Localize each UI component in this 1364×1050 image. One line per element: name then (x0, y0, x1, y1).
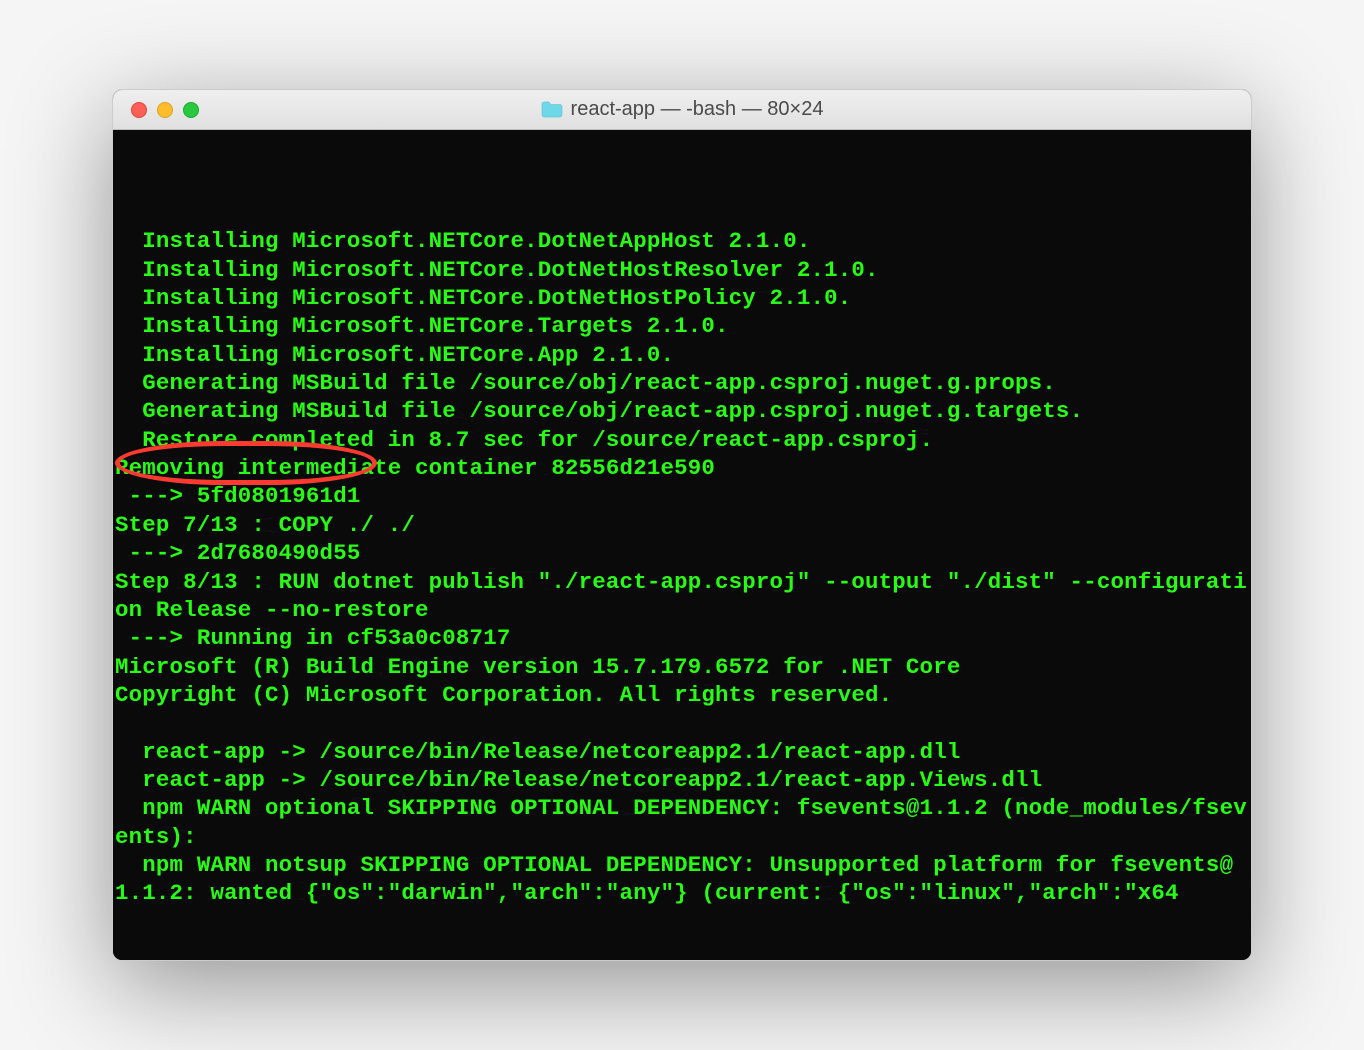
terminal-line (115, 709, 1249, 737)
terminal-line: Microsoft (R) Build Engine version 15.7.… (115, 653, 1249, 681)
window-title-text: react-app — -bash — 80×24 (571, 98, 824, 121)
terminal-window: react-app — -bash — 80×24 Installing Mic… (112, 89, 1252, 960)
terminal-line: ---> Running in cf53a0c08717 (115, 624, 1249, 652)
terminal-line: Installing Microsoft.NETCore.Targets 2.1… (115, 312, 1249, 340)
minimize-button[interactable] (157, 102, 173, 118)
terminal-output[interactable]: Installing Microsoft.NETCore.DotNetAppHo… (113, 130, 1251, 959)
terminal-line: Removing intermediate container 82556d21… (115, 454, 1249, 482)
traffic-lights (131, 102, 199, 118)
terminal-line: Step 7/13 : COPY ./ ./ (115, 511, 1249, 539)
terminal-line: Installing Microsoft.NETCore.DotNetAppHo… (115, 227, 1249, 255)
terminal-line: react-app -> /source/bin/Release/netcore… (115, 766, 1249, 794)
terminal-line: Copyright (C) Microsoft Corporation. All… (115, 681, 1249, 709)
terminal-line: ---> 5fd0801961d1 (115, 482, 1249, 510)
maximize-button[interactable] (183, 102, 199, 118)
terminal-line: Generating MSBuild file /source/obj/reac… (115, 369, 1249, 397)
folder-icon (541, 101, 563, 118)
titlebar[interactable]: react-app — -bash — 80×24 (113, 90, 1251, 130)
close-button[interactable] (131, 102, 147, 118)
terminal-line: npm WARN notsup SKIPPING OPTIONAL DEPEND… (115, 851, 1249, 908)
terminal-line: npm WARN optional SKIPPING OPTIONAL DEPE… (115, 794, 1249, 851)
terminal-line: Installing Microsoft.NETCore.DotNetHostR… (115, 256, 1249, 284)
terminal-line: Installing Microsoft.NETCore.App 2.1.0. (115, 341, 1249, 369)
terminal-line: Installing Microsoft.NETCore.DotNetHostP… (115, 284, 1249, 312)
window-title: react-app — -bash — 80×24 (541, 98, 824, 121)
terminal-line: Step 8/13 : RUN dotnet publish "./react-… (115, 568, 1249, 625)
terminal-line: Generating MSBuild file /source/obj/reac… (115, 397, 1249, 425)
terminal-line: Restore completed in 8.7 sec for /source… (115, 426, 1249, 454)
terminal-line: ---> 2d7680490d55 (115, 539, 1249, 567)
terminal-line: react-app -> /source/bin/Release/netcore… (115, 738, 1249, 766)
